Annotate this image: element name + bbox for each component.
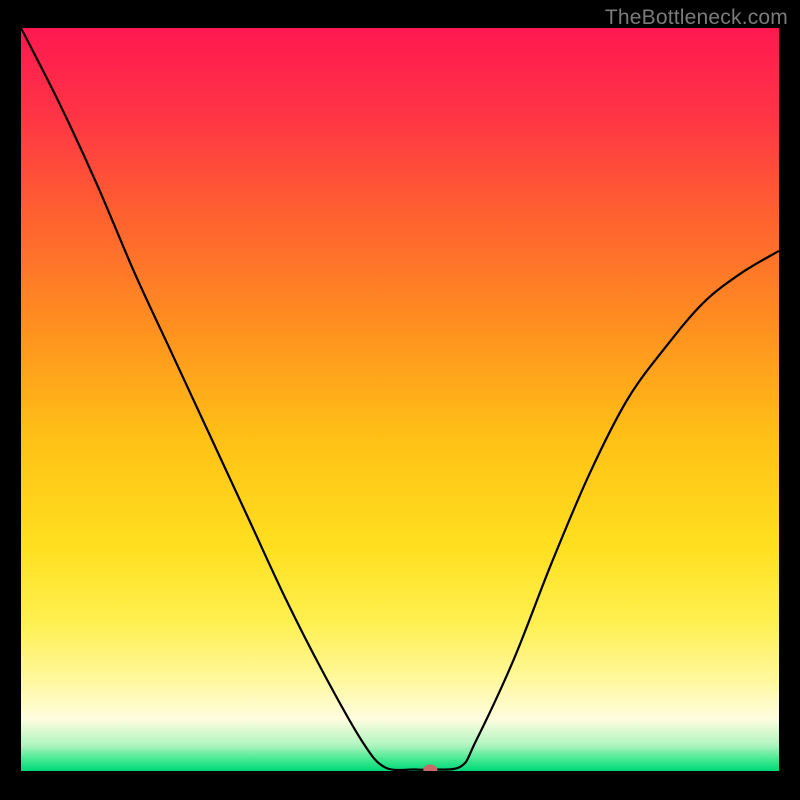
plot-area bbox=[21, 28, 779, 771]
watermark-text: TheBottleneck.com bbox=[605, 6, 788, 30]
chart-container: TheBottleneck.com bbox=[0, 0, 800, 800]
chart-svg bbox=[21, 28, 779, 771]
gradient-background bbox=[21, 28, 779, 771]
